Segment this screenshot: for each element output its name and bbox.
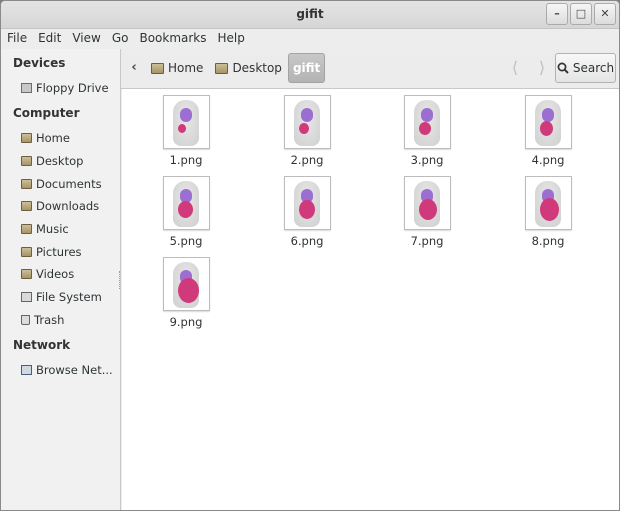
menubar: File Edit View Go Bookmarks Help	[1, 29, 619, 49]
back-arrow-icon: ⟨	[511, 58, 519, 77]
maximize-button[interactable]: □	[570, 3, 592, 25]
window-controls: – □ ✕	[544, 3, 616, 25]
breadcrumb-desktop[interactable]: Desktop	[209, 53, 288, 83]
menu-edit[interactable]: Edit	[38, 29, 67, 49]
file-item[interactable]: 3.png	[392, 95, 462, 167]
forward-arrow-button[interactable]: ⟩	[531, 57, 553, 79]
sidebar-item-label: Videos	[36, 267, 75, 281]
file-name: 9.png	[169, 315, 203, 329]
file-item[interactable]: 8.png	[513, 176, 583, 248]
breadcrumb-label: Home	[168, 61, 204, 75]
minimize-icon: –	[554, 7, 560, 20]
menu-file[interactable]: File	[7, 29, 33, 49]
folder-icon	[21, 133, 32, 143]
image-thumbnail	[524, 95, 572, 149]
sidebar-item-label: Downloads	[36, 199, 100, 213]
sidebar-item-label: Pictures	[36, 245, 82, 259]
sidebar-item-floppy-drive[interactable]: Floppy Drive	[21, 78, 117, 98]
file-manager-window: gifit – □ ✕ File Edit View Go Bookmarks …	[0, 0, 620, 511]
file-item[interactable]: 6.png	[272, 176, 342, 248]
sidebar-item-label: Music	[36, 222, 69, 236]
image-thumbnail	[283, 176, 331, 230]
search-button[interactable]: Search	[555, 53, 616, 83]
close-icon: ✕	[600, 7, 610, 20]
sidebar-section-network: Network	[13, 338, 71, 352]
minimize-button[interactable]: –	[546, 3, 568, 25]
breadcrumb-back-button[interactable]: ‹	[123, 55, 145, 81]
titlebar[interactable]: gifit – □ ✕	[1, 1, 619, 29]
menu-go[interactable]: Go	[112, 29, 135, 49]
breadcrumb-home[interactable]: Home	[145, 53, 209, 83]
file-name: 4.png	[531, 153, 565, 167]
folder-icon	[21, 247, 32, 257]
sidebar-item-label: Home	[36, 131, 70, 145]
folder-icon	[151, 62, 164, 74]
sidebar-item-label: Browse Net...	[36, 363, 113, 377]
search-label: Search	[572, 61, 615, 75]
maximize-icon: □	[575, 7, 587, 20]
sidebar-item-browse-network[interactable]: Browse Net...	[21, 360, 117, 380]
breadcrumb-label: gifit	[292, 61, 321, 75]
sidebar-item-file-system[interactable]: File System	[21, 287, 117, 307]
file-item[interactable]: 2.png	[272, 95, 342, 167]
image-thumbnail	[524, 176, 572, 230]
sidebar-item-home[interactable]: Home	[21, 128, 117, 148]
trash-icon	[21, 315, 30, 325]
sidebar-item-desktop[interactable]: Desktop	[21, 151, 117, 171]
sidebar-item-label: Floppy Drive	[36, 81, 109, 95]
sidebar-section-computer: Computer	[13, 106, 80, 120]
image-thumbnail	[403, 95, 451, 149]
image-thumbnail	[162, 257, 210, 311]
file-item[interactable]: 1.png	[151, 95, 221, 167]
folder-icon	[21, 224, 32, 234]
file-name: 2.png	[290, 153, 324, 167]
sidebar-item-music[interactable]: Music	[21, 219, 117, 239]
sidebar-item-label: Documents	[36, 177, 102, 191]
image-thumbnail	[403, 176, 451, 230]
file-item[interactable]: 9.png	[151, 257, 221, 329]
floppy-drive-icon	[21, 83, 32, 93]
sidebar-item-label: Desktop	[36, 154, 84, 168]
file-name: 3.png	[410, 153, 444, 167]
window-title: gifit	[296, 7, 324, 21]
file-item[interactable]: 4.png	[513, 95, 583, 167]
sidebar-item-documents[interactable]: Documents	[21, 174, 117, 194]
close-button[interactable]: ✕	[594, 3, 616, 25]
sidebar-item-trash[interactable]: Trash	[21, 310, 117, 330]
breadcrumb-gifit[interactable]: gifit	[287, 53, 326, 83]
file-name: 7.png	[410, 234, 444, 248]
sidebar-item-downloads[interactable]: Downloads	[21, 196, 117, 216]
sidebar-section-devices: Devices	[13, 56, 66, 70]
folder-icon	[21, 179, 32, 189]
sidebar-item-pictures[interactable]: Pictures	[21, 242, 117, 262]
breadcrumb: ‹ Home Desktop gifit	[123, 53, 326, 83]
search-icon	[557, 62, 569, 74]
sidebar-item-videos[interactable]: Videos	[21, 264, 117, 284]
folder-icon	[21, 156, 32, 166]
folder-icon	[21, 201, 32, 211]
folder-icon	[215, 62, 229, 74]
breadcrumb-label: Desktop	[232, 61, 282, 75]
sidebar-item-label: Trash	[34, 313, 65, 327]
menu-help[interactable]: Help	[218, 29, 251, 49]
sidebar: Devices Floppy Drive Computer Home Deskt…	[1, 49, 121, 510]
file-view[interactable]: 1.png 2.png 3.png 4.png 5.png 6.png 7.pn…	[122, 89, 619, 510]
image-thumbnail	[162, 95, 210, 149]
image-thumbnail	[283, 95, 331, 149]
back-arrow-button[interactable]: ⟨	[504, 57, 526, 79]
menu-view[interactable]: View	[72, 29, 106, 49]
menu-bookmarks[interactable]: Bookmarks	[139, 29, 212, 49]
folder-icon	[21, 269, 32, 279]
drive-icon	[21, 292, 32, 302]
network-icon	[21, 365, 32, 375]
sidebar-item-label: File System	[36, 290, 102, 304]
file-name: 5.png	[169, 234, 203, 248]
file-name: 1.png	[169, 153, 203, 167]
file-name: 6.png	[290, 234, 324, 248]
file-item[interactable]: 7.png	[392, 176, 462, 248]
forward-arrow-icon: ⟩	[538, 58, 546, 77]
image-thumbnail	[162, 176, 210, 230]
file-name: 8.png	[531, 234, 565, 248]
file-item[interactable]: 5.png	[151, 176, 221, 248]
